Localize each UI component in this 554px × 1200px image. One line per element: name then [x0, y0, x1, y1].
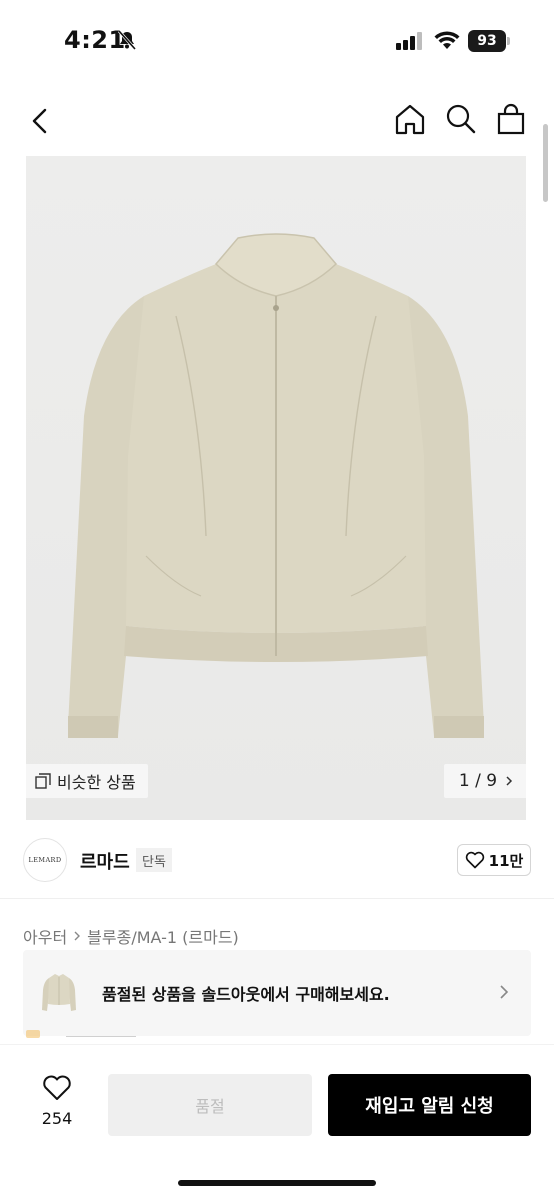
product-image-carousel[interactable]: 비슷한 상품 1 / 9 [26, 156, 526, 820]
status-bar: 4:21 93 [0, 0, 554, 84]
soldout-message: 품절된 상품을 솔드아웃에서 구매해보세요. [102, 985, 390, 1004]
soldout-button: 품절 [108, 1074, 312, 1136]
battery-nub [507, 37, 510, 45]
counter-total: 9 [486, 771, 498, 791]
heart-icon [43, 1075, 71, 1100]
home-icon[interactable] [392, 102, 428, 138]
top-navigation [0, 96, 554, 146]
battery-level: 93 [477, 33, 497, 49]
section-divider [0, 898, 554, 899]
page-scrollbar[interactable] [543, 124, 548, 202]
product-image-jacket [68, 233, 484, 738]
similar-products-button[interactable]: 비슷한 상품 [26, 764, 148, 798]
image-counter[interactable]: 1 / 9 [444, 764, 526, 798]
rating-peek [26, 1030, 40, 1038]
wishlist-button[interactable]: 254 [34, 1075, 80, 1128]
brand-logo-text: LEMARD [28, 856, 62, 864]
battery-icon: 93 [468, 30, 506, 52]
breadcrumb: 아우터 블루종/MA-1 (르마드) [23, 924, 239, 948]
cellular-signal-icon [396, 32, 422, 50]
brand-name[interactable]: 르마드 [80, 848, 130, 874]
shopping-bag-icon[interactable] [494, 102, 528, 136]
soldout-banner[interactable]: 품절된 상품을 솔드아웃에서 구매해보세요. [23, 950, 531, 1036]
counter-separator: / [475, 771, 481, 791]
brand-logo[interactable]: LEMARD [23, 838, 67, 882]
chevron-left-icon[interactable] [26, 104, 56, 138]
bottom-action-bar: 254 품절 재입고 알림 신청 [0, 1044, 554, 1200]
image-counter-text: 1 / 9 [459, 771, 497, 791]
brand-like-count: 11만 [488, 851, 524, 870]
search-icon[interactable] [444, 102, 478, 136]
home-indicator [178, 1180, 376, 1186]
heart-icon [465, 851, 484, 869]
restock-alert-button[interactable]: 재입고 알림 신청 [328, 1074, 531, 1136]
similar-products-label: 비슷한 상품 [57, 773, 136, 792]
product-thumbnail [42, 974, 76, 1011]
chevron-right-icon [506, 776, 513, 786]
stack-icon [35, 773, 51, 789]
brand-row: LEMARD 르마드 단독 11만 [0, 836, 554, 888]
content-peek-line [66, 1036, 136, 1037]
brand-like-button[interactable]: 11만 [457, 844, 531, 876]
breadcrumb-category[interactable]: 아우터 [23, 924, 67, 948]
wifi-icon [434, 31, 460, 49]
exclusive-badge: 단독 [136, 848, 172, 872]
bell-muted-icon [117, 30, 137, 50]
counter-current: 1 [458, 771, 470, 791]
chevron-right-icon [74, 931, 81, 941]
breadcrumb-subcategory[interactable]: 블루종/MA-1 (르마드) [87, 924, 239, 948]
wishlist-count: 254 [41, 1109, 73, 1128]
chevron-right-icon [500, 985, 509, 999]
